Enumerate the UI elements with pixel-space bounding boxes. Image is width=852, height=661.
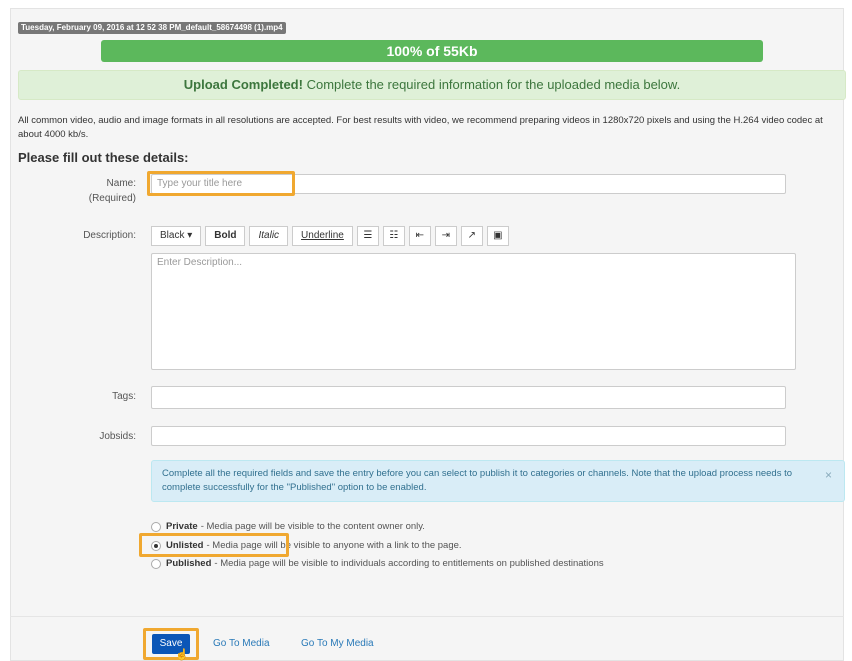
success-message: Complete the required information for th… [306, 77, 681, 92]
radio-private-button[interactable] [151, 521, 161, 532]
upload-success-alert: Upload Completed! Complete the required … [18, 70, 846, 100]
name-label: Name: [106, 178, 136, 189]
divider [10, 616, 844, 617]
tags-input[interactable] [151, 386, 786, 409]
bold-button[interactable]: Bold [205, 226, 246, 246]
radio-unlisted-label: Unlisted [166, 540, 204, 551]
name-required-label: (Required) [88, 193, 136, 204]
name-input[interactable]: Type your title here [151, 174, 786, 194]
image-icon[interactable]: ▣ [486, 226, 509, 246]
radio-unlisted-button[interactable] [151, 540, 161, 551]
radio-unlisted[interactable]: Unlisted - Media page will be visible to… [151, 540, 462, 551]
go-to-my-media-link[interactable]: Go To My Media [301, 638, 374, 649]
upload-progress-bar: 100% of 55Kb [101, 40, 763, 62]
go-to-media-link[interactable]: Go To Media [213, 638, 270, 649]
description-label: Description: [83, 230, 136, 241]
radio-unlisted-desc: - Media page will be visible to anyone w… [206, 540, 462, 551]
form-title: Please fill out these details: [18, 150, 189, 165]
editor-toolbar: Black ▾ Bold Italic Underline ☰ ☷ ⇤ ⇥ ↗ … [151, 226, 509, 246]
font-color-dropdown[interactable]: Black ▾ [151, 226, 202, 246]
radio-published-desc: - Media page will be visible to individu… [214, 558, 604, 569]
link-icon[interactable]: ↗ [460, 226, 483, 246]
radio-private-desc: - Media page will be visible to the cont… [200, 521, 425, 532]
radio-published-button[interactable] [151, 558, 161, 569]
jobsids-label: Jobsids: [99, 431, 136, 442]
success-title: Upload Completed! [183, 77, 303, 92]
underline-button[interactable]: Underline [292, 226, 353, 246]
bullet-list-icon[interactable]: ☰ [356, 226, 379, 246]
hand-cursor-icon: ☝ [175, 649, 189, 661]
publish-notice-text: Complete all the required fields and sav… [162, 468, 793, 493]
formats-info: All common video, audio and image format… [18, 115, 823, 140]
radio-private-label: Private [166, 521, 198, 532]
radio-published[interactable]: Published - Media page will be visible t… [151, 558, 604, 569]
publish-notice: Complete all the required fields and sav… [151, 460, 845, 502]
radio-private[interactable]: Private - Media page will be visible to … [151, 521, 425, 532]
radio-published-label: Published [166, 558, 212, 569]
tags-label: Tags: [112, 391, 136, 402]
italic-button[interactable]: Italic [249, 226, 289, 246]
close-icon[interactable]: × [825, 468, 832, 482]
jobsids-input[interactable] [151, 426, 786, 446]
outdent-icon[interactable]: ⇤ [408, 226, 431, 246]
numbered-list-icon[interactable]: ☷ [382, 226, 405, 246]
filename-label: Tuesday, February 09, 2016 at 12 52 38 P… [18, 22, 286, 34]
description-textarea[interactable]: Enter Description... [151, 253, 796, 370]
indent-icon[interactable]: ⇥ [434, 226, 457, 246]
